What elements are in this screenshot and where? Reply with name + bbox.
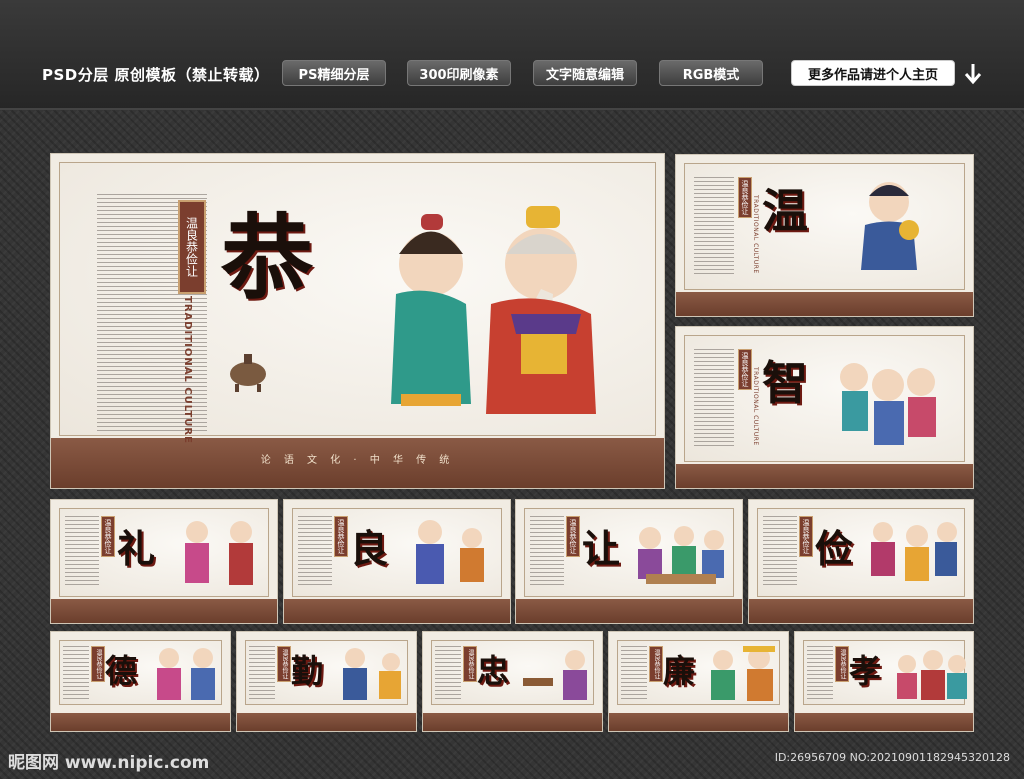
incense-burner-icon bbox=[230, 354, 266, 392]
side-panel-text bbox=[694, 349, 734, 449]
panel-char: 俭 bbox=[815, 526, 854, 571]
panel-li: 温良恭俭让 礼 bbox=[50, 499, 278, 624]
panel-tag: 温良恭俭让 bbox=[334, 516, 348, 557]
panel-tag: 温良恭俭让 bbox=[835, 646, 849, 682]
panel-footer bbox=[795, 713, 973, 731]
panel-tag: 温良恭俭让 bbox=[649, 646, 663, 682]
pill-print-pixels[interactable]: 300印刷像素 bbox=[407, 60, 511, 86]
panel-tag: 温良恭俭让 bbox=[463, 646, 477, 682]
side-panel-char: 温 bbox=[762, 184, 808, 238]
panel-text bbox=[249, 646, 275, 702]
panel-char: 孝 bbox=[849, 652, 882, 690]
main-panel: 恭 论 语 文 化 · 中 华 传 统 bbox=[50, 153, 665, 489]
header-title: PSD分层 原创模板（禁止转载） bbox=[42, 66, 270, 84]
arrow-down-icon[interactable] bbox=[963, 62, 983, 86]
panel-char: 廉 bbox=[663, 652, 696, 690]
side-panel-zhi: 温良恭俭让 TRADITIONAL CULTURE 智 bbox=[675, 326, 974, 489]
side-panel-text bbox=[694, 177, 734, 277]
side-panel-char: 智 bbox=[762, 356, 808, 410]
qin-illustration bbox=[343, 648, 401, 700]
panel-footer bbox=[749, 599, 973, 623]
main-big-character: 恭 bbox=[221, 204, 314, 312]
jian-illustration bbox=[871, 522, 957, 581]
top-bar bbox=[0, 0, 1024, 110]
panel-char: 勤 bbox=[291, 652, 324, 690]
main-footer-text: 论 语 文 化 · 中 华 传 统 bbox=[260, 455, 455, 466]
panel-text bbox=[763, 516, 797, 586]
panel-tag: 温良恭俭让 bbox=[566, 516, 580, 557]
scholar-child-illustration bbox=[861, 182, 919, 270]
de-illustration bbox=[157, 648, 215, 700]
side-panel-tag: 温良恭俭让 bbox=[738, 177, 752, 218]
zhong-illustration bbox=[523, 650, 587, 700]
panel-footer bbox=[51, 713, 230, 731]
panel-text bbox=[435, 646, 461, 702]
rang-illustration bbox=[638, 526, 724, 584]
image-id-text: ID:26956709 NO:20210901182945320128 bbox=[774, 751, 1010, 764]
side-panel-wen: 温良恭俭让 TRADITIONAL CULTURE 温 bbox=[675, 154, 974, 317]
side-panel-traditional: TRADITIONAL CULTURE bbox=[752, 195, 759, 274]
panel-footer bbox=[423, 713, 602, 731]
panel-lian: 温良恭俭让 廉 bbox=[608, 631, 789, 732]
liang-illustration bbox=[416, 520, 484, 584]
panel-text bbox=[530, 516, 564, 586]
panel-tag: 温良恭俭让 bbox=[799, 516, 813, 557]
panel-liang: 温良恭俭让 良 bbox=[283, 499, 511, 624]
panel-footer bbox=[609, 713, 788, 731]
nipic-watermark-logo: 昵图网 www.nipic.com bbox=[8, 753, 210, 773]
side-panel-footer bbox=[676, 464, 973, 488]
panel-de: 温良恭俭让 德 bbox=[50, 631, 231, 732]
panel-qin: 温良恭俭让 勤 bbox=[236, 631, 417, 732]
more-works-link[interactable]: 更多作品请进个人主页 bbox=[791, 60, 955, 86]
panel-text bbox=[621, 646, 647, 702]
li-illustration bbox=[185, 521, 253, 585]
main-tag-label: 温良恭俭让 bbox=[178, 200, 206, 294]
panel-char: 良 bbox=[350, 526, 389, 571]
main-traditional-culture: TRADITIONAL CULTURE bbox=[182, 296, 193, 444]
panel-xiao: 温良恭俭让 孝 bbox=[794, 631, 974, 732]
panel-footer bbox=[51, 599, 277, 623]
side-panel-traditional: TRADITIONAL CULTURE bbox=[752, 367, 759, 446]
panel-rang: 温良恭俭让 让 bbox=[515, 499, 743, 624]
lian-illustration bbox=[711, 646, 775, 701]
panel-char: 德 bbox=[105, 652, 138, 690]
confucius-illustration bbox=[391, 206, 596, 414]
xiao-illustration bbox=[897, 650, 967, 700]
panel-jian: 温良恭俭让 俭 bbox=[748, 499, 974, 624]
side-panel-tag: 温良恭俭让 bbox=[738, 349, 752, 390]
panel-tag: 温良恭俭让 bbox=[101, 516, 115, 557]
panel-char: 礼 bbox=[117, 526, 156, 571]
panel-char: 让 bbox=[582, 526, 621, 571]
panel-footer bbox=[516, 599, 742, 623]
panel-zhong: 温良恭俭让 忠 bbox=[422, 631, 603, 732]
panel-footer bbox=[284, 599, 510, 623]
panel-text bbox=[298, 516, 332, 586]
panel-char: 忠 bbox=[477, 652, 510, 690]
panel-text bbox=[63, 646, 89, 702]
pill-rgb-mode[interactable]: RGB模式 bbox=[659, 60, 763, 86]
panel-text bbox=[65, 516, 99, 586]
panel-footer bbox=[237, 713, 416, 731]
panel-text bbox=[807, 646, 833, 702]
pill-ps-layers[interactable]: PS精细分层 bbox=[282, 60, 386, 86]
pill-editable-text[interactable]: 文字随意编辑 bbox=[533, 60, 637, 86]
panel-tag: 温良恭俭让 bbox=[277, 646, 291, 682]
panel-tag: 温良恭俭让 bbox=[91, 646, 105, 682]
reading-group-illustration bbox=[840, 363, 936, 445]
side-panel-footer bbox=[676, 292, 973, 316]
